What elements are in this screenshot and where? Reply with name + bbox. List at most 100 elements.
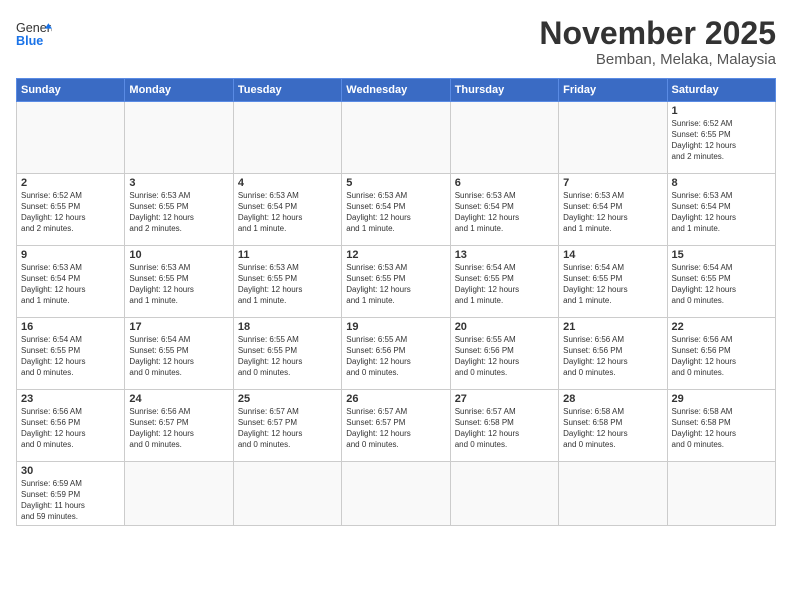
day-info: Sunrise: 6:56 AM Sunset: 6:56 PM Dayligh… [563,335,662,378]
day-number: 29 [672,393,771,405]
day-number: 19 [346,321,445,333]
day-info: Sunrise: 6:56 AM Sunset: 6:57 PM Dayligh… [129,407,228,450]
table-row: 9Sunrise: 6:53 AM Sunset: 6:54 PM Daylig… [17,246,125,318]
day-info: Sunrise: 6:53 AM Sunset: 6:55 PM Dayligh… [129,263,228,306]
table-row: 15 Sunrise: 6:54 AM Sunset: 6:55 PM Dayli… [667,246,775,318]
table-row: 18 Sunrise: 6:55 AM Sunset: 6:55 PM Dayli… [233,318,341,390]
day-number: 16 [21,321,120,333]
table-row: 16 Sunrise: 6:54 AM Sunset: 6:55 PM Dayli… [17,318,125,390]
table-row: 3 Sunrise: 6:53 AM Sunset: 6:55 PM Daylig… [125,174,233,246]
day-info: Sunrise: 6:52 AM Sunset: 6:55 PM Dayligh… [21,191,120,234]
col-friday: Friday [559,79,667,102]
day-number: 25 [238,393,337,405]
table-row: 7 Sunrise: 6:53 AM Sunset: 6:54 PM Daylig… [559,174,667,246]
day-number: 9 [21,249,120,261]
day-number: 1 [672,105,771,117]
table-row: 20Sunrise: 6:55 AM Sunset: 6:56 PM Dayli… [450,318,558,390]
day-number: 3 [129,177,228,189]
day-info: Sunrise: 6:57 AM Sunset: 6:58 PM Dayligh… [455,407,554,450]
day-info: Sunrise: 6:53 AM Sunset: 6:55 PM Dayligh… [129,191,228,234]
day-number: 11 [238,249,337,261]
table-row [450,462,558,526]
table-row: 13Sunrise: 6:54 AM Sunset: 6:55 PM Dayli… [450,246,558,318]
day-number: 8 [672,177,771,189]
generalblue-logo-icon: General Blue [16,16,52,52]
table-row: 12 Sunrise: 6:53 AM Sunset: 6:55 PM Dayli… [342,246,450,318]
day-number: 7 [563,177,662,189]
day-info: Sunrise: 6:58 AM Sunset: 6:58 PM Dayligh… [672,407,771,450]
day-number: 30 [21,465,120,477]
day-info: Sunrise: 6:54 AM Sunset: 6:55 PM Dayligh… [563,263,662,306]
day-info: Sunrise: 6:59 AM Sunset: 6:59 PM Dayligh… [21,479,120,522]
table-row: 19Sunrise: 6:55 AM Sunset: 6:56 PM Dayli… [342,318,450,390]
calendar-subtitle: Bemban, Melaka, Malaysia [539,51,776,68]
table-row: 22 Sunrise: 6:56 AM Sunset: 6:56 PM Dayli… [667,318,775,390]
col-saturday: Saturday [667,79,775,102]
day-number: 4 [238,177,337,189]
day-number: 13 [455,249,554,261]
table-row [342,102,450,174]
table-row [233,462,341,526]
table-row: 5 Sunrise: 6:53 AM Sunset: 6:54 PM Daylig… [342,174,450,246]
day-number: 28 [563,393,662,405]
day-number: 12 [346,249,445,261]
day-info: Sunrise: 6:53 AM Sunset: 6:55 PM Dayligh… [238,263,337,306]
day-info: Sunrise: 6:56 AM Sunset: 6:56 PM Dayligh… [21,407,120,450]
day-number: 24 [129,393,228,405]
table-row: 14 Sunrise: 6:54 AM Sunset: 6:55 PM Dayli… [559,246,667,318]
day-info: Sunrise: 6:55 AM Sunset: 6:55 PM Dayligh… [238,335,337,378]
day-info: Sunrise: 6:53 AM Sunset: 6:55 PM Dayligh… [346,263,445,306]
table-row [342,462,450,526]
day-info: Sunrise: 6:53 AM Sunset: 6:54 PM Dayligh… [563,191,662,234]
day-number: 18 [238,321,337,333]
day-info: Sunrise: 6:54 AM Sunset: 6:55 PM Dayligh… [21,335,120,378]
day-number: 27 [455,393,554,405]
page: General Blue November 2025 Bemban, Melak… [0,0,792,612]
day-number: 15 [672,249,771,261]
calendar-header-row: Sunday Monday Tuesday Wednesday Thursday… [17,79,776,102]
day-number: 14 [563,249,662,261]
table-row: 8 Sunrise: 6:53 AM Sunset: 6:54 PM Daylig… [667,174,775,246]
table-row [559,462,667,526]
table-row [233,102,341,174]
table-row: 6 Sunrise: 6:53 AM Sunset: 6:54 PM Daylig… [450,174,558,246]
title-block: November 2025 Bemban, Melaka, Malaysia [539,16,776,68]
table-row: 2 Sunrise: 6:52 AM Sunset: 6:55 PM Daylig… [17,174,125,246]
day-number: 6 [455,177,554,189]
col-wednesday: Wednesday [342,79,450,102]
table-row [450,102,558,174]
table-row: 26Sunrise: 6:57 AM Sunset: 6:57 PM Dayli… [342,390,450,462]
day-number: 17 [129,321,228,333]
day-info: Sunrise: 6:57 AM Sunset: 6:57 PM Dayligh… [238,407,337,450]
day-number: 10 [129,249,228,261]
col-monday: Monday [125,79,233,102]
day-info: Sunrise: 6:53 AM Sunset: 6:54 PM Dayligh… [672,191,771,234]
table-row: 4 Sunrise: 6:53 AM Sunset: 6:54 PM Daylig… [233,174,341,246]
table-row: 11 Sunrise: 6:53 AM Sunset: 6:55 PM Dayli… [233,246,341,318]
day-info: Sunrise: 6:53 AM Sunset: 6:54 PM Dayligh… [238,191,337,234]
day-number: 2 [21,177,120,189]
day-info: Sunrise: 6:52 AM Sunset: 6:55 PM Dayligh… [672,119,771,162]
svg-text:Blue: Blue [16,34,43,48]
day-info: Sunrise: 6:53 AM Sunset: 6:54 PM Dayligh… [455,191,554,234]
table-row: 30 Sunrise: 6:59 AM Sunset: 6:59 PM Dayli… [17,462,125,526]
day-number: 21 [563,321,662,333]
table-row: 27 Sunrise: 6:57 AM Sunset: 6:58 PM Dayli… [450,390,558,462]
day-info: Sunrise: 6:56 AM Sunset: 6:56 PM Dayligh… [672,335,771,378]
table-row: 29 Sunrise: 6:58 AM Sunset: 6:58 PM Dayli… [667,390,775,462]
table-row [125,102,233,174]
day-number: 22 [672,321,771,333]
day-number: 23 [21,393,120,405]
calendar-table: Sunday Monday Tuesday Wednesday Thursday… [16,78,776,526]
table-row: 10 Sunrise: 6:53 AM Sunset: 6:55 PM Dayli… [125,246,233,318]
table-row [667,462,775,526]
table-row [559,102,667,174]
day-info: Sunrise: 6:53 AM Sunset: 6:54 PM Dayligh… [346,191,445,234]
table-row: 23 Sunrise: 6:56 AM Sunset: 6:56 PM Dayli… [17,390,125,462]
table-row: 28Sunrise: 6:58 AM Sunset: 6:58 PM Dayli… [559,390,667,462]
day-info: Sunrise: 6:54 AM Sunset: 6:55 PM Dayligh… [672,263,771,306]
day-info: Sunrise: 6:54 AM Sunset: 6:55 PM Dayligh… [129,335,228,378]
table-row: 24 Sunrise: 6:56 AM Sunset: 6:57 PM Dayli… [125,390,233,462]
day-number: 5 [346,177,445,189]
table-row: 21 Sunrise: 6:56 AM Sunset: 6:56 PM Dayli… [559,318,667,390]
